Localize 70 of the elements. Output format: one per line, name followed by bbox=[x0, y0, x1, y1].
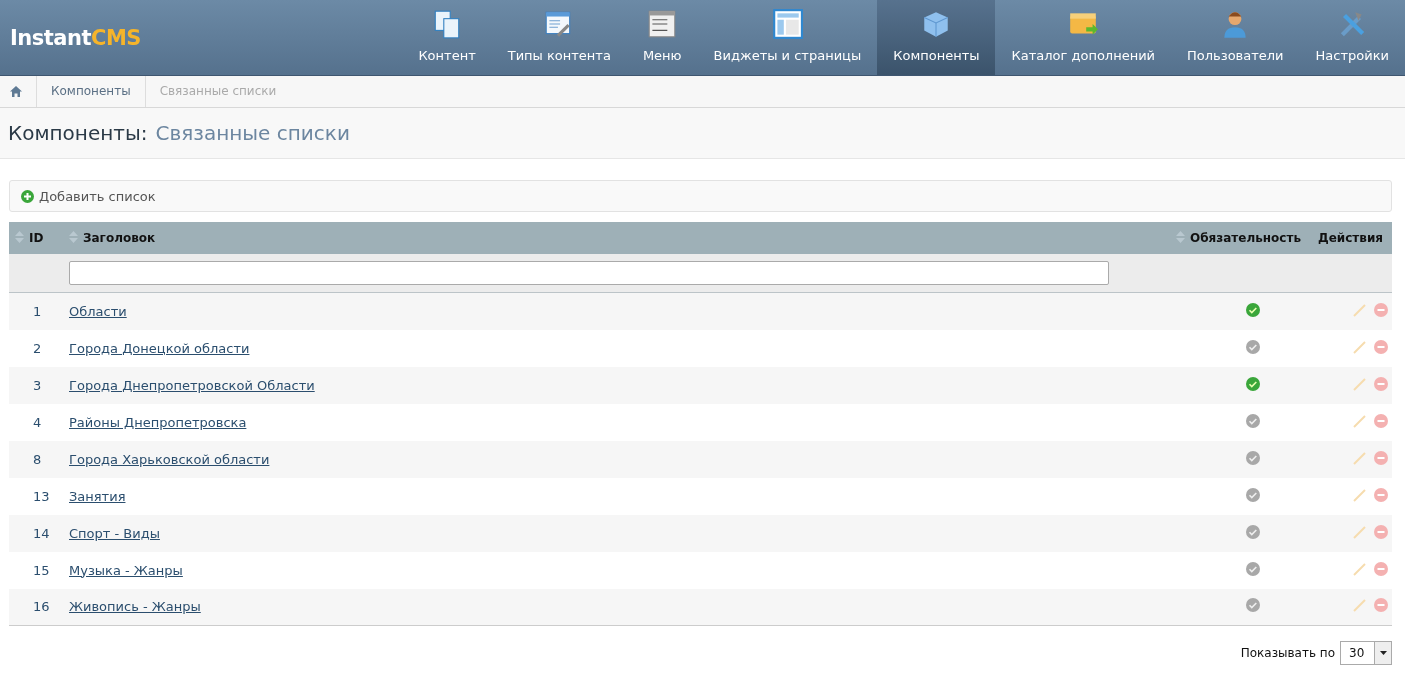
list-title-link[interactable]: Районы Днепропетровска bbox=[69, 414, 247, 430]
filter-input[interactable] bbox=[69, 261, 1109, 285]
delete-button[interactable] bbox=[1374, 561, 1388, 579]
pencil-icon bbox=[1353, 598, 1367, 613]
delete-button[interactable] bbox=[1374, 487, 1388, 505]
add-list-button[interactable]: Добавить список bbox=[21, 188, 156, 204]
column-header[interactable]: Заголовок bbox=[68, 222, 1110, 254]
pager-label: Показывать по bbox=[1240, 646, 1335, 660]
id-cell: 15 bbox=[9, 551, 68, 589]
delete-button[interactable] bbox=[1374, 413, 1388, 431]
id-cell: 1 bbox=[9, 292, 68, 330]
pencil-icon bbox=[1353, 524, 1367, 539]
breadcrumb-link[interactable]: Компоненты bbox=[37, 76, 146, 107]
minus-circle-icon bbox=[1374, 487, 1388, 502]
home-icon bbox=[10, 86, 22, 97]
pencil-icon bbox=[1353, 487, 1367, 502]
minus-circle-icon bbox=[1374, 339, 1388, 354]
list-title-link[interactable]: Города Днепропетровской Области bbox=[69, 377, 315, 393]
minus-circle-icon bbox=[1374, 561, 1388, 576]
logo[interactable]: InstantCMS bbox=[10, 25, 141, 50]
list-title-link[interactable]: Занятия bbox=[69, 488, 126, 504]
page-title: Компоненты: bbox=[8, 121, 148, 145]
id-cell: 13 bbox=[9, 477, 68, 515]
pencil-icon bbox=[1353, 561, 1367, 576]
id-cell: 2 bbox=[9, 329, 68, 367]
nav-item[interactable]: Компоненты bbox=[877, 0, 996, 75]
nav-item[interactable]: Типы контента bbox=[491, 0, 627, 75]
minus-circle-icon bbox=[1374, 450, 1388, 465]
minus-circle-icon bbox=[1374, 302, 1388, 317]
delete-button[interactable] bbox=[1374, 302, 1388, 320]
pencil-icon bbox=[1353, 376, 1367, 391]
delete-button[interactable] bbox=[1374, 524, 1388, 542]
nav-item[interactable]: Пользователи bbox=[1171, 0, 1300, 75]
id-cell: 4 bbox=[9, 403, 68, 441]
minus-circle-icon bbox=[1374, 598, 1388, 613]
pencil-icon bbox=[1353, 339, 1367, 354]
list-title-link[interactable]: Спорт - Виды bbox=[69, 525, 160, 541]
list-title-link[interactable]: Музыка - Жанры bbox=[69, 562, 183, 578]
column-header[interactable]: Обязательность bbox=[1110, 222, 1317, 254]
delete-button[interactable] bbox=[1374, 339, 1388, 357]
minus-circle-icon bbox=[1374, 524, 1388, 539]
list-title-link[interactable]: Области bbox=[69, 303, 127, 319]
sort-icon bbox=[1175, 231, 1185, 243]
minus-circle-icon bbox=[1374, 376, 1388, 391]
add-icon bbox=[21, 189, 34, 203]
list-title-link[interactable]: Города Донецкой области bbox=[69, 340, 250, 356]
column-header: Действия bbox=[1317, 222, 1392, 254]
nav-item[interactable]: Каталог дополнений bbox=[995, 0, 1172, 75]
sort-icon bbox=[15, 231, 24, 243]
column-header[interactable]: ID bbox=[9, 222, 68, 254]
id-cell: 3 bbox=[9, 366, 68, 404]
list-title-link[interactable]: Города Харьковской области bbox=[69, 451, 270, 467]
delete-button[interactable] bbox=[1374, 376, 1388, 394]
page-subtitle: Связанные списки bbox=[155, 121, 350, 145]
layout-icon bbox=[771, 8, 804, 40]
pencil-icon bbox=[1353, 302, 1367, 317]
pencil-icon bbox=[1353, 450, 1367, 465]
minus-circle-icon bbox=[1374, 413, 1388, 428]
id-cell: 16 bbox=[9, 588, 68, 626]
per-page-select[interactable]: 30 bbox=[1340, 641, 1392, 665]
nav-item[interactable]: Виджеты и страницы bbox=[697, 0, 878, 75]
pencil-icon bbox=[1353, 413, 1367, 428]
nav-item[interactable]: Меню bbox=[626, 0, 698, 75]
nav-item[interactable]: Контент bbox=[402, 0, 492, 75]
id-cell: 8 bbox=[9, 440, 68, 478]
list-title-link[interactable]: Живопись - Жанры bbox=[69, 599, 201, 615]
nav-item[interactable]: Настройки bbox=[1299, 0, 1405, 75]
id-cell: 14 bbox=[9, 514, 68, 552]
caret-icon bbox=[1379, 651, 1387, 655]
delete-button[interactable] bbox=[1374, 450, 1388, 468]
